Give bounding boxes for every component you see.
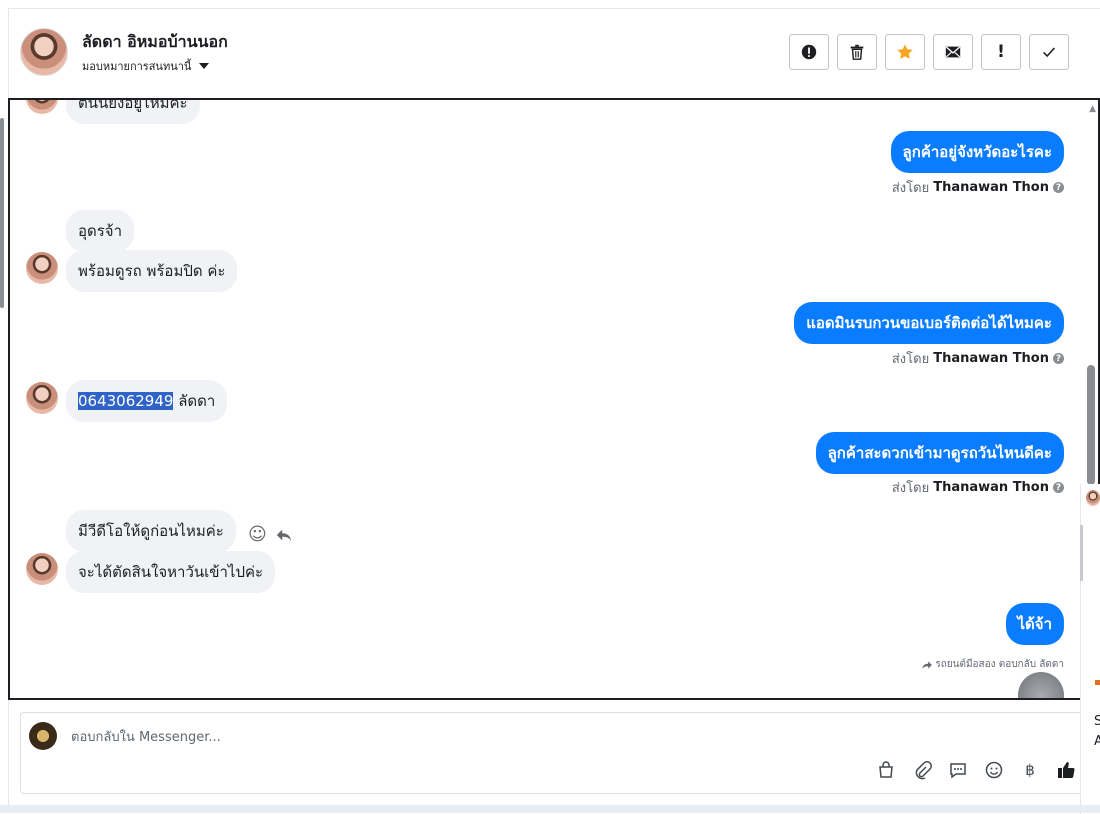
message-text: มีวีดีโอให้ดูก่อนไหมค่ะ	[66, 510, 236, 552]
star-button[interactable]	[885, 34, 925, 70]
page-avatar	[29, 722, 57, 750]
message-incoming[interactable]: จะได้ตัดสินใจหาวันเข้าไปค่ะ	[66, 551, 276, 593]
help-icon[interactable]: ?	[1053, 182, 1064, 193]
message-text: ได้จ้า	[1005, 603, 1064, 645]
help-icon[interactable]: ?	[1053, 353, 1064, 364]
bottom-strip	[0, 805, 1100, 813]
side-panel-text-2: A	[1094, 734, 1100, 749]
side-panel-text-1: S	[1094, 714, 1100, 729]
message-text: จะได้ตัดสินใจหาวันเข้าไปค่ะ	[66, 551, 276, 593]
mark-done-button[interactable]	[1029, 34, 1069, 70]
message-incoming[interactable]: ตนนยงอยู่ไหมคะ	[66, 100, 200, 124]
message-text: พร้อมดูรถ พร้อมปิด ค่ะ	[66, 250, 238, 292]
trash-icon	[850, 44, 864, 60]
message-incoming[interactable]: พร้อมดูรถ พร้อมปิด ค่ะ	[66, 250, 238, 292]
contact-avatar-small	[26, 100, 58, 114]
scroll-up-arrow-icon[interactable]: ▲	[1089, 104, 1096, 114]
thumbs-up-icon[interactable]	[1055, 759, 1077, 781]
check-icon	[1043, 47, 1055, 58]
message-text: ลูกค้าสะดวกเข้ามาดูรถวันไหนดีคะ	[815, 432, 1064, 474]
paperclip-icon[interactable]	[911, 759, 933, 781]
share-arrow-icon	[922, 660, 933, 669]
contact-avatar-small	[26, 252, 58, 284]
conversation-thread[interactable]: ตนนยงอยู่ไหมคะ ลูกค้าอยู่จังหวัดอะไรคะ ส…	[8, 98, 1100, 700]
page-scrollbar-thumb[interactable]	[0, 118, 4, 308]
mark-unread-button[interactable]	[933, 34, 973, 70]
composer-toolbar: ฿	[875, 759, 1077, 781]
sent-by-prefix: ส่งโดย	[891, 181, 930, 196]
sent-by-prefix: ส่งโดย	[891, 481, 930, 496]
message-outgoing[interactable]: ลูกค้าอยู่จังหวัดอะไรคะ	[890, 131, 1064, 173]
envelope-icon	[945, 46, 961, 58]
sender-name: Thanawan Thon	[933, 480, 1049, 495]
conversation-header: ลัดดา อิหมอบ้านนอก มอบหมายการสนทนานี้ !	[20, 28, 1080, 80]
baht-icon[interactable]: ฿	[1019, 759, 1041, 781]
emoji-react-icon[interactable]: ☺	[248, 524, 267, 545]
side-panel-divider	[1080, 525, 1083, 581]
message-outgoing[interactable]: ได้จ้า	[1005, 603, 1064, 645]
sent-by-label: ส่งโดย Thanawan Thon ?	[892, 477, 1064, 498]
contact-avatar-small	[26, 382, 58, 414]
assign-label: มอบหมายการสนทนานี้	[82, 60, 192, 73]
message-outgoing[interactable]: แอดมินรบกวนขอเบอร์ติดต่อได้ไหมคะ	[794, 302, 1064, 344]
delete-button[interactable]	[837, 34, 877, 70]
contact-name[interactable]: ลัดดา อิหมอบ้านนอก	[82, 30, 228, 55]
contact-avatar-small	[26, 553, 58, 585]
page-avatar-partial	[1018, 672, 1064, 698]
side-panel-marker	[1095, 680, 1100, 685]
reply-note: รถยนต์มือสอง ตอบกลับ ลัดดา	[921, 657, 1064, 672]
message-incoming[interactable]: อุดรจ้า	[66, 210, 135, 252]
message-text-rest: ลัดดา	[173, 392, 216, 410]
emoji-icon[interactable]	[983, 759, 1005, 781]
star-icon	[897, 44, 913, 59]
reply-note-text: รถยนต์มือสอง ตอบกลับ ลัดดา	[935, 659, 1064, 670]
caret-down-icon	[199, 63, 210, 69]
sent-by-label: ส่งโดย Thanawan Thon ?	[892, 177, 1064, 198]
sent-by-prefix: ส่งโดย	[891, 352, 930, 367]
contact-avatar[interactable]	[20, 28, 68, 76]
selected-phone-number[interactable]: 0643062949	[78, 392, 174, 410]
sent-by-label: ส่งโดย Thanawan Thon ?	[892, 348, 1064, 369]
side-panel-partial	[1080, 484, 1100, 814]
message-incoming[interactable]: มีวีดีโอให้ดูก่อนไหมค่ะ	[66, 510, 236, 552]
shopping-bag-icon[interactable]	[875, 759, 897, 781]
reply-composer: ฿	[20, 712, 1084, 794]
reply-icon[interactable]	[275, 526, 293, 544]
message-text: ตนนยงอยู่ไหมคะ	[66, 100, 200, 124]
message-outgoing[interactable]: ลูกค้าสะดวกเข้ามาดูรถวันไหนดีคะ	[815, 432, 1064, 474]
chat-bubble-icon[interactable]	[947, 759, 969, 781]
message-text: ลูกค้าอยู่จังหวัดอะไรคะ	[890, 131, 1064, 173]
alert-circle-icon	[801, 44, 817, 60]
message-text: อุดรจ้า	[66, 210, 135, 252]
assign-conversation-dropdown[interactable]: มอบหมายการสนทนานี้	[82, 57, 210, 75]
sender-name: Thanawan Thon	[933, 351, 1049, 366]
header-actions: !	[789, 34, 1069, 70]
message-incoming[interactable]: 0643062949 ลัดดา	[66, 380, 228, 422]
message-hover-actions: ☺	[248, 524, 293, 545]
follow-up-button[interactable]: !	[981, 34, 1021, 70]
sender-name: Thanawan Thon	[933, 180, 1049, 195]
exclamation-icon: !	[997, 42, 1005, 62]
reply-input[interactable]	[69, 727, 769, 747]
thread-scrollbar-thumb[interactable]	[1087, 365, 1095, 485]
message-text: 0643062949 ลัดดา	[66, 380, 228, 422]
mark-spam-button[interactable]	[789, 34, 829, 70]
message-text: แอดมินรบกวนขอเบอร์ติดต่อได้ไหมคะ	[794, 302, 1064, 344]
top-border	[8, 8, 1100, 9]
side-panel-avatar	[1086, 490, 1100, 506]
help-icon[interactable]: ?	[1053, 482, 1064, 493]
